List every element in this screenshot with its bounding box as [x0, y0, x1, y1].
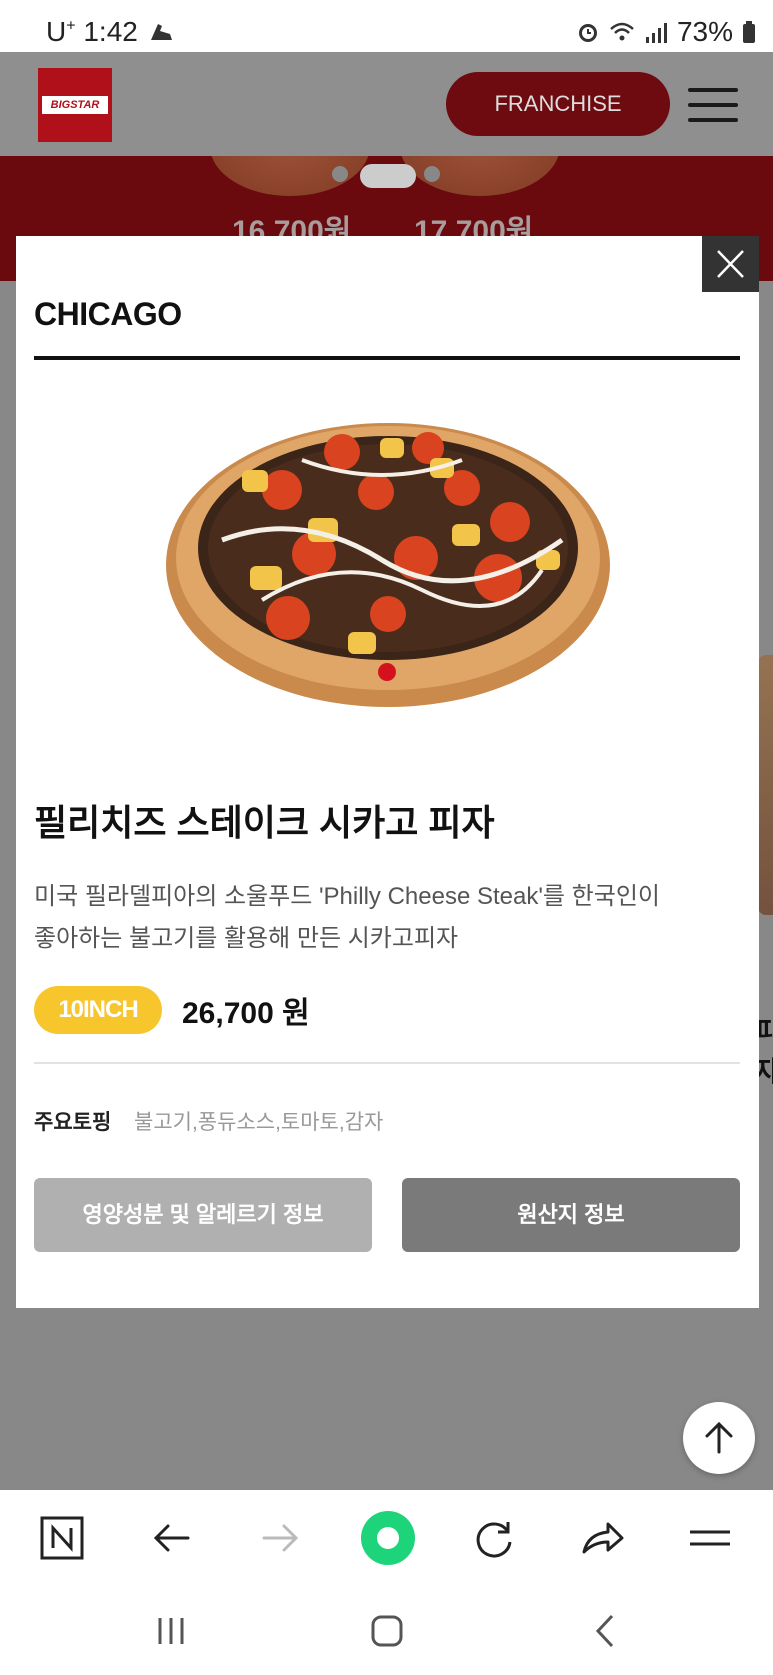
product-name: 필리치즈 스테이크 시카고 피자: [34, 802, 495, 843]
home-button[interactable]: [362, 1606, 412, 1656]
close-button[interactable]: [702, 236, 759, 292]
carousel-dot-active: [360, 164, 416, 188]
menu-icon: [690, 1530, 730, 1546]
sneaker-icon: [151, 24, 172, 40]
carrier-label: U: [46, 16, 67, 47]
franchise-button[interactable]: FRANCHISE: [446, 72, 670, 136]
recent-apps-button[interactable]: [146, 1606, 196, 1656]
toppings-value: 불고기,퐁듀소스,토마토,감자: [134, 1111, 384, 1134]
green-dot-button[interactable]: [358, 1508, 418, 1568]
product-description: 미국 필라델피아의 소울푸드 'Philly Cheese Steak'를 한국…: [34, 876, 734, 960]
arrow-up-icon: [705, 1421, 733, 1454]
green-dot-icon: [361, 1511, 415, 1565]
title-divider: [34, 356, 740, 360]
site-header: BIGSTAR FRANCHISE: [0, 52, 773, 156]
menu-icon[interactable]: [688, 88, 738, 122]
brand-logo[interactable]: BIGSTAR: [38, 68, 112, 142]
arrow-left-icon: [153, 1524, 190, 1552]
description-line: 미국 필라델피아의 소울푸드 'Philly Cheese Steak'를 한국…: [34, 883, 660, 910]
product-detail-modal: [16, 236, 759, 1308]
close-icon: [717, 250, 744, 278]
price-divider: [34, 1062, 740, 1064]
signal-icon: [645, 23, 667, 43]
recent-apps-icon: [158, 1618, 184, 1644]
product-category-title: CHICAGO: [34, 296, 182, 332]
arrow-right-icon: [262, 1524, 299, 1552]
system-navigation-bar: [0, 1586, 773, 1675]
brand-logo-text: BIGSTAR: [42, 96, 108, 114]
alarm-icon: [578, 24, 597, 42]
browser-menu-button[interactable]: [680, 1508, 740, 1568]
system-back-button[interactable]: [580, 1606, 630, 1656]
product-price: 26,700 원: [182, 997, 310, 1030]
size-badge: 10INCH: [34, 986, 162, 1034]
carousel-dot: [424, 166, 440, 182]
status-icons: 73%: [575, 16, 757, 48]
chevron-left-icon: [595, 1614, 614, 1648]
refresh-icon: [476, 1522, 512, 1558]
nutrition-allergy-button[interactable]: 영양성분 및 알레르기 정보: [34, 1178, 372, 1252]
forward-button[interactable]: [250, 1508, 310, 1568]
carrier-sup: +: [66, 17, 76, 35]
status-time-group: U+ 1:42: [46, 16, 138, 48]
origin-info-button[interactable]: 원산지 정보: [402, 1178, 740, 1252]
battery-icon: [743, 21, 755, 43]
toppings-label: 주요토핑: [34, 1111, 112, 1134]
status-bar: U+ 1:42 73%: [0, 0, 773, 52]
share-icon: [582, 1522, 624, 1554]
carousel-dot: [332, 166, 348, 182]
scroll-top-button[interactable]: [683, 1402, 755, 1474]
refresh-button[interactable]: [464, 1508, 524, 1568]
naver-n-icon: [40, 1516, 84, 1560]
back-button[interactable]: [142, 1508, 202, 1568]
status-time: 1:42: [83, 16, 138, 47]
home-icon: [371, 1615, 403, 1647]
naver-home-button[interactable]: [32, 1508, 92, 1568]
image-pager-dot[interactable]: [378, 663, 396, 681]
description-line: 좋아하는 불고기를 활용해 만든 시카고피자: [34, 925, 459, 952]
next-product-image: [758, 655, 773, 915]
battery-percent: 73%: [676, 16, 733, 47]
share-button[interactable]: [572, 1508, 632, 1568]
browser-toolbar: [0, 1490, 773, 1586]
wifi-icon: [610, 22, 634, 41]
